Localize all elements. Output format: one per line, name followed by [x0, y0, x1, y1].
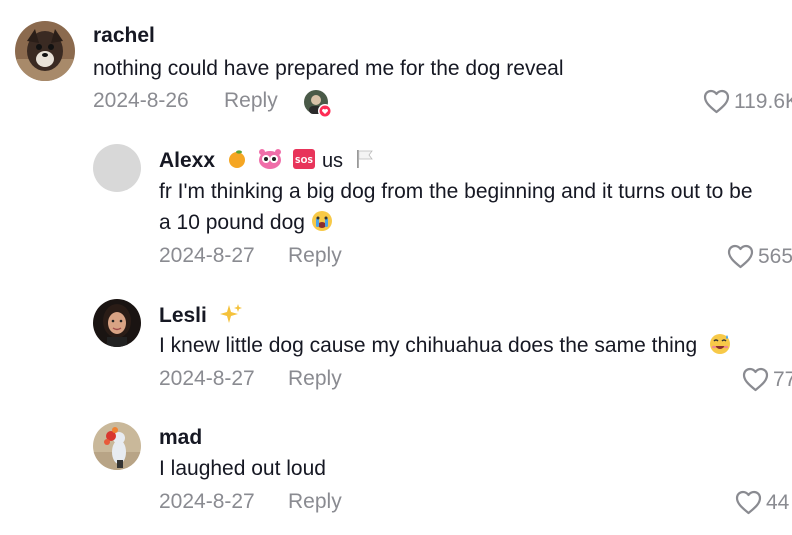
heart-outline-icon [735, 490, 762, 515]
comment-username[interactable]: Alexx SOS us [159, 148, 375, 173]
reply-button[interactable]: Reply [288, 244, 342, 268]
like-button[interactable]: 44 [735, 490, 789, 515]
orange-emoji-icon [227, 150, 252, 170]
like-button[interactable]: 565 [727, 244, 792, 269]
reply-button[interactable]: Reply [288, 367, 342, 391]
pink-creature-emoji-icon [258, 149, 287, 170]
comment-username[interactable]: mad [159, 426, 202, 450]
comment-username[interactable]: Lesli [159, 303, 243, 328]
like-count: 44 [766, 490, 790, 514]
sos-badge-icon: SOS [292, 149, 320, 170]
comment-username[interactable]: rachel [93, 24, 155, 48]
comment-text-line1: fr I'm thinking a big dog from the begin… [159, 180, 753, 203]
comment-text-line2: a 10 pound dog [159, 207, 333, 239]
comment-text: I knew little dog cause my chihuahua doe… [159, 330, 731, 362]
creator-liked-avatar [304, 90, 332, 118]
like-count: 565 [758, 244, 792, 268]
reply-button[interactable]: Reply [288, 490, 342, 514]
like-button[interactable]: 119.6K [703, 89, 792, 114]
heart-outline-icon [703, 89, 730, 114]
username-text: Lesli [159, 304, 207, 327]
avatar-mad[interactable] [93, 422, 141, 470]
avatar-alexx[interactable] [93, 144, 141, 192]
like-count: 77 [773, 367, 792, 391]
comment-text-content: I knew little dog cause my chihuahua doe… [159, 334, 698, 357]
reply-button[interactable]: Reply [224, 89, 278, 113]
username-suffix: us [321, 150, 344, 172]
comment-date: 2024-8-27 [159, 367, 255, 390]
comment-text: nothing could have prepared me for the d… [93, 57, 564, 80]
svg-text:SOS: SOS [295, 156, 314, 165]
username-text: Alexx [159, 149, 216, 172]
comment-text: I laughed out loud [159, 457, 326, 480]
comment-date: 2024-8-27 [159, 244, 255, 267]
like-count: 119.6K [734, 89, 792, 113]
like-button[interactable]: 77 [742, 367, 792, 392]
comment-date: 2024-8-27 [159, 490, 255, 513]
sparkles-emoji-icon [219, 304, 243, 325]
avatar-rachel[interactable] [15, 21, 75, 81]
avatar-lesli[interactable] [93, 299, 141, 347]
comment-date: 2024-8-26 [93, 89, 189, 112]
heart-outline-icon [742, 367, 769, 392]
heart-outline-icon [727, 244, 754, 269]
crying-face-emoji-icon [311, 208, 333, 239]
comment-text-line2-text: a 10 pound dog [159, 211, 305, 234]
smiling-sweat-emoji-icon [709, 331, 731, 362]
white-flag-emoji-icon [355, 150, 375, 170]
